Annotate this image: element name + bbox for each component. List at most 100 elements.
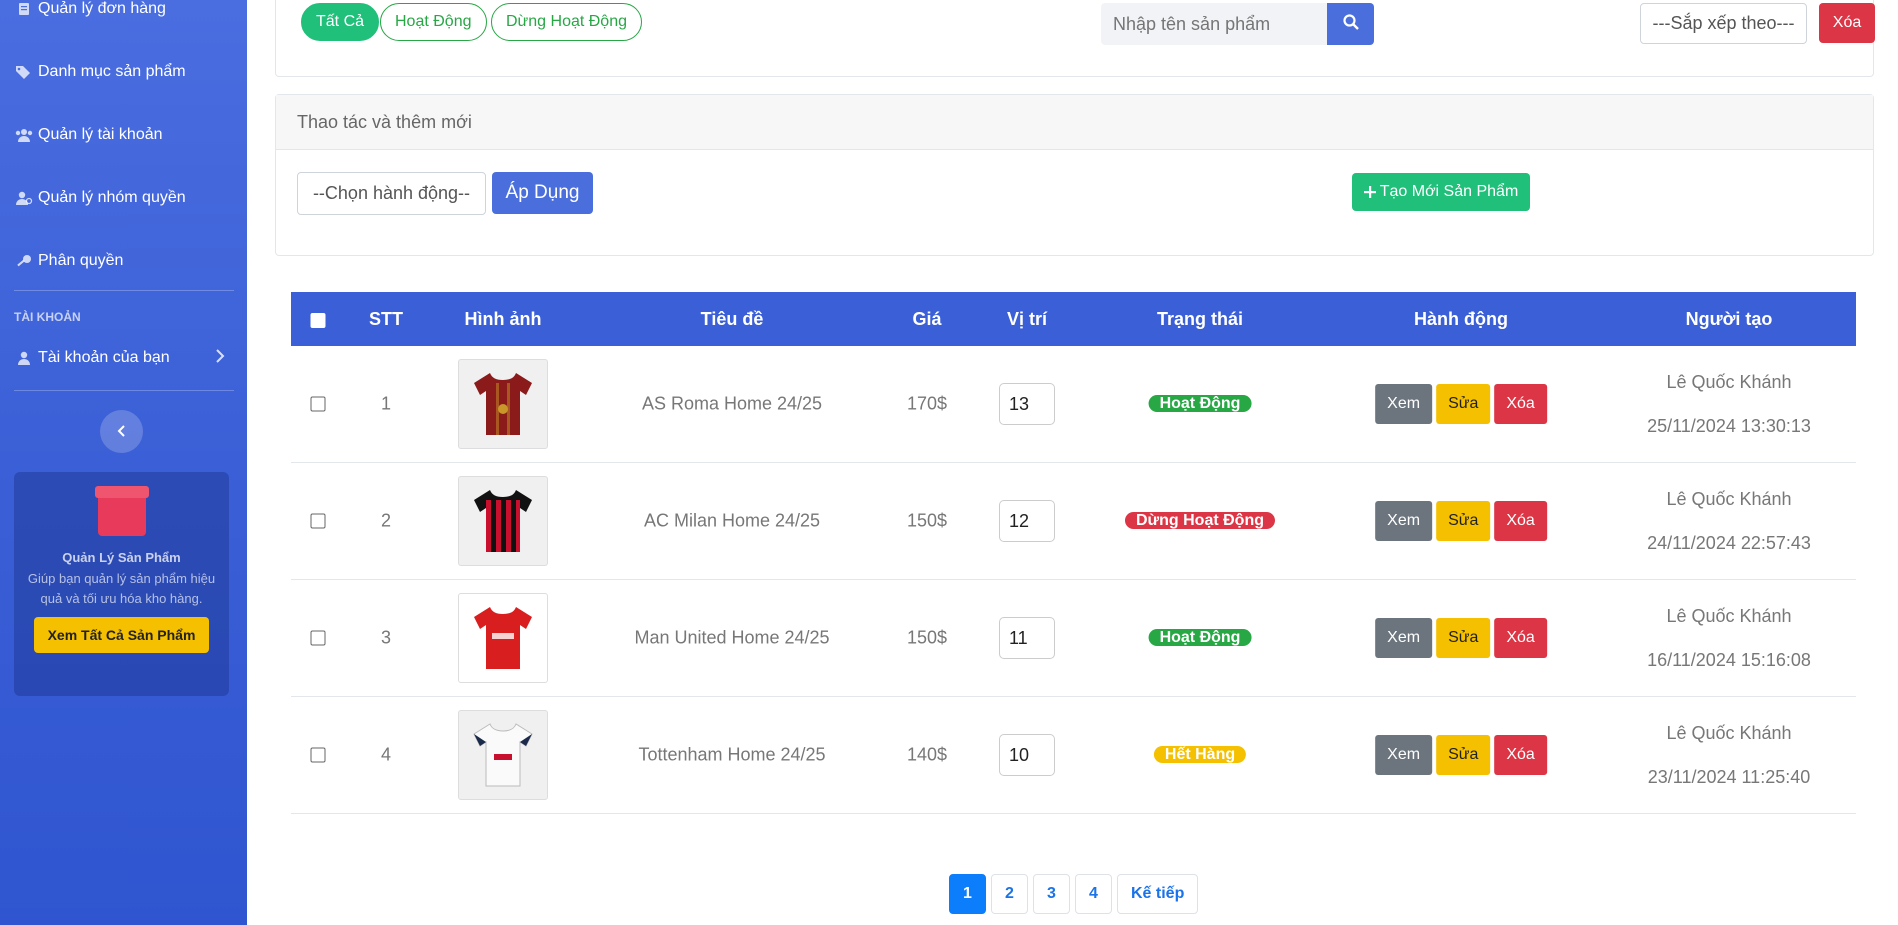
sidebar: Quản lý đơn hàng Danh mục sản phẩm Quản … — [0, 0, 247, 925]
row-stt: 4 — [380, 744, 392, 765]
chevron-left-icon — [117, 421, 127, 442]
header-image: Hình ảnh — [464, 309, 542, 329]
row-price: 140$ — [906, 744, 948, 765]
sidebar-item-label: Danh mục sản phẩm — [38, 63, 186, 80]
edit-button[interactable]: Sửa — [1436, 384, 1491, 424]
row-checkbox[interactable] — [310, 396, 326, 412]
view-all-products-button[interactable]: Xem Tất Cả Sản Phẩm — [33, 617, 210, 653]
row-title: Man United Home 24/25 — [634, 627, 830, 648]
user-group-icon — [14, 190, 34, 206]
row-created-time: 16/11/2024 15:16:08 — [1647, 650, 1811, 670]
plus-icon — [1363, 186, 1376, 198]
product-image[interactable] — [458, 359, 548, 449]
view-button[interactable]: Xem — [1375, 384, 1433, 424]
delete-button[interactable]: Xóa — [1494, 501, 1547, 541]
edit-button[interactable]: Sửa — [1436, 618, 1491, 658]
order-icon — [14, 1, 34, 17]
row-created-time: 24/11/2024 22:57:43 — [1647, 533, 1811, 553]
next-page-button[interactable]: Kế tiếp — [1117, 874, 1199, 914]
sort-select[interactable]: ---Sắp xếp theo--- — [1640, 3, 1807, 44]
row-created-time: 25/11/2024 13:30:13 — [1647, 416, 1811, 436]
search-button[interactable] — [1327, 3, 1374, 45]
page-button[interactable]: 2 — [991, 874, 1028, 914]
row-price: 150$ — [906, 510, 948, 531]
page-button[interactable]: 4 — [1075, 874, 1112, 914]
actions-card-heading: Thao tác và thêm mới — [276, 95, 1873, 150]
status-badge[interactable]: Dừng Hoạt Động — [1124, 512, 1276, 529]
sidebar-collapse-button[interactable] — [100, 410, 143, 453]
sidebar-item-accounts[interactable]: Quản lý tài khoản — [14, 126, 163, 144]
row-checkbox[interactable] — [310, 630, 326, 646]
product-image[interactable] — [458, 710, 548, 800]
header-status: Trạng thái — [1156, 309, 1244, 329]
sidebar-item-role-groups[interactable]: Quản lý nhóm quyền — [14, 189, 186, 207]
edit-button[interactable]: Sửa — [1436, 735, 1491, 775]
status-badge[interactable]: Hết Hàng — [1153, 746, 1247, 763]
sidebar-item-label: Phân quyền — [38, 252, 124, 269]
position-input[interactable]: 11 — [999, 617, 1055, 659]
select-all-cell[interactable] — [310, 292, 326, 346]
promo-description: Giúp bạn quản lý sản phẩm hiệu quả và tố… — [27, 571, 216, 606]
row-checkbox[interactable] — [310, 747, 326, 763]
row-title: Tottenham Home 24/25 — [638, 744, 826, 765]
row-creator: Lê Quốc Khánh — [1666, 723, 1792, 743]
chevron-right-icon — [215, 349, 225, 368]
filter-active-button[interactable]: Hoạt Động — [380, 3, 487, 41]
position-input[interactable]: 13 — [999, 383, 1055, 425]
promo-title: Quản Lý Sản Phẩm — [62, 550, 181, 565]
users-icon — [14, 127, 34, 143]
sidebar-item-categories[interactable]: Danh mục sản phẩm — [14, 63, 186, 81]
products-table: STT Hình ảnh Tiêu đề Giá Vị trí Trạng th… — [291, 292, 1856, 814]
sidebar-item-permissions[interactable]: Phân quyền — [14, 252, 123, 270]
row-title: AC Milan Home 24/25 — [643, 510, 821, 531]
sidebar-divider — [14, 290, 234, 291]
sidebar-section-title: TÀI KHOẢN — [14, 310, 81, 324]
table-row: 2 AC Milan Home 24/25 150$ 12 Dừng Hoạt … — [291, 463, 1856, 580]
create-product-button[interactable]: Tạo Mới Sản Phẩm — [1352, 173, 1530, 211]
delete-button[interactable]: Xóa — [1494, 618, 1547, 658]
header-title: Tiêu đề — [700, 309, 764, 329]
filter-all-button[interactable]: Tất Cả — [301, 3, 380, 41]
filter-inactive-button[interactable]: Dừng Hoạt Động — [491, 3, 642, 41]
delete-button[interactable]: Xóa — [1494, 384, 1547, 424]
position-input[interactable]: 12 — [999, 500, 1055, 542]
row-created-time: 23/11/2024 11:25:40 — [1647, 767, 1811, 787]
sidebar-item-label: Quản lý đơn hàng — [38, 0, 166, 17]
page-button[interactable]: 1 — [949, 874, 986, 914]
row-creator: Lê Quốc Khánh — [1666, 489, 1792, 509]
table-row: 1 AS Roma Home 24/25 170$ 13 Hoạt Động X… — [291, 346, 1856, 463]
row-creator: Lê Quốc Khánh — [1666, 606, 1792, 626]
row-checkbox[interactable] — [310, 513, 326, 529]
view-button[interactable]: Xem — [1375, 735, 1433, 775]
status-badge[interactable]: Hoạt Động — [1148, 395, 1252, 412]
table-header: STT Hình ảnh Tiêu đề Giá Vị trí Trạng th… — [291, 292, 1856, 346]
select-all-checkbox[interactable] — [310, 312, 326, 328]
key-icon — [14, 253, 34, 269]
position-input[interactable]: 10 — [999, 734, 1055, 776]
row-stt: 2 — [380, 510, 392, 531]
clear-sort-button[interactable]: Xóa — [1819, 3, 1875, 43]
sidebar-item-your-account[interactable]: Tài khoản của bạn — [14, 349, 170, 367]
user-icon — [14, 350, 34, 366]
sidebar-item-label: Tài khoản của bạn — [38, 349, 170, 366]
view-button[interactable]: Xem — [1375, 501, 1433, 541]
search-input[interactable] — [1101, 3, 1327, 45]
product-image[interactable] — [458, 593, 548, 683]
pagination: 1 2 3 4 Kế tiếp — [949, 874, 1199, 914]
edit-button[interactable]: Sửa — [1436, 501, 1491, 541]
table-row: 4 Tottenham Home 24/25 140$ 10 Hết Hàng … — [291, 697, 1856, 814]
view-button[interactable]: Xem — [1375, 618, 1433, 658]
sidebar-item-label: Quản lý nhóm quyền — [38, 189, 186, 206]
apply-button[interactable]: Áp Dụng — [492, 172, 593, 214]
product-image[interactable] — [458, 476, 548, 566]
tags-icon — [14, 64, 34, 80]
delete-button[interactable]: Xóa — [1494, 735, 1547, 775]
header-position: Vị trí — [1006, 309, 1048, 329]
bulk-action-select[interactable]: --Chọn hành động-- — [297, 172, 486, 215]
row-creator: Lê Quốc Khánh — [1666, 372, 1792, 392]
page-button[interactable]: 3 — [1033, 874, 1070, 914]
header-stt: STT — [369, 309, 403, 329]
header-creator: Người tạo — [1685, 309, 1773, 329]
status-badge[interactable]: Hoạt Động — [1148, 629, 1252, 646]
sidebar-item-orders[interactable]: Quản lý đơn hàng — [14, 0, 166, 18]
